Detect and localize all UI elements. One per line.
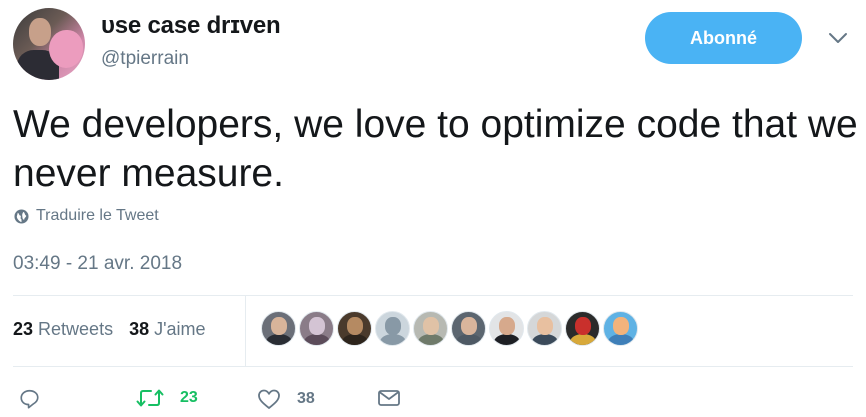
- avatar-body: [456, 334, 482, 345]
- avatar[interactable]: [13, 8, 85, 80]
- avatar-head: [461, 317, 477, 335]
- avatar-liker-1[interactable]: [261, 311, 296, 346]
- avatar-head: [423, 317, 439, 335]
- avatar-head: [575, 317, 591, 335]
- reply-button[interactable]: [18, 388, 57, 410]
- likes-count: 38: [129, 319, 150, 339]
- heart-icon: [258, 389, 280, 409]
- avatar-liker-2[interactable]: [299, 311, 334, 346]
- avatar-body: [380, 334, 406, 345]
- envelope-icon: [378, 390, 400, 406]
- avatar-body: [266, 334, 292, 345]
- avatar-body: [570, 334, 596, 345]
- liker-avatars: [261, 311, 641, 346]
- chevron-down-icon[interactable]: [827, 30, 849, 46]
- retweets-label: Retweets: [38, 319, 114, 339]
- avatar-liker-10[interactable]: [603, 311, 638, 346]
- avatar-body: [304, 334, 330, 345]
- avatar-head: [537, 317, 553, 335]
- avatar-plush: [49, 30, 83, 68]
- like-count: 38: [297, 390, 315, 407]
- avatar-body: [532, 334, 558, 345]
- reply-icon: [20, 389, 39, 409]
- avatar-liker-8[interactable]: [527, 311, 562, 346]
- stats-separator: [245, 296, 246, 366]
- direct-message-button[interactable]: [377, 388, 417, 408]
- globe-icon: [14, 208, 29, 224]
- avatar-head: [499, 317, 515, 335]
- avatar-head: [613, 317, 629, 335]
- avatar-head: [309, 317, 325, 335]
- following-button[interactable]: Abonné: [645, 12, 802, 64]
- avatar-body: [342, 334, 368, 345]
- avatar-liker-5[interactable]: [413, 311, 448, 346]
- retweet-count: 23: [180, 389, 198, 406]
- avatar-head: [385, 317, 401, 335]
- avatar-liker-3[interactable]: [337, 311, 372, 346]
- divider: [13, 366, 853, 367]
- tweet-stats: 23 Retweets 38 J'aime: [13, 319, 206, 340]
- likes-label: J'aime: [154, 319, 206, 339]
- retweets-stat[interactable]: 23 Retweets: [13, 319, 113, 340]
- tweet-timestamp[interactable]: 03:49 - 21 avr. 2018: [13, 253, 182, 275]
- avatar-body: [418, 334, 444, 345]
- avatar-face: [29, 18, 51, 46]
- likes-stat[interactable]: 38 J'aime: [129, 319, 205, 340]
- tweet-actions: 23 38: [13, 388, 433, 416]
- avatar-body: [608, 334, 634, 345]
- avatar-liker-4-default[interactable]: [375, 311, 410, 346]
- tweet-text: We developers, we love to optimize code …: [13, 103, 858, 195]
- avatar-head: [271, 317, 287, 335]
- retweet-icon: [136, 389, 164, 407]
- avatar-liker-7[interactable]: [489, 311, 524, 346]
- translate-label: Traduire le Tweet: [36, 207, 159, 224]
- avatar-body: [494, 334, 520, 345]
- display-name[interactable]: ᴜse case drɪven: [101, 12, 281, 40]
- user-handle[interactable]: @tpierrain: [101, 48, 189, 70]
- avatar-liker-9[interactable]: [565, 311, 600, 346]
- like-button[interactable]: 38: [257, 388, 315, 410]
- avatar-liker-6[interactable]: [451, 311, 486, 346]
- translate-tweet-link[interactable]: Traduire le Tweet: [14, 207, 159, 225]
- avatar-head: [347, 317, 363, 335]
- retweets-count: 23: [13, 319, 34, 339]
- retweet-button[interactable]: 23: [136, 388, 198, 408]
- divider: [13, 295, 853, 296]
